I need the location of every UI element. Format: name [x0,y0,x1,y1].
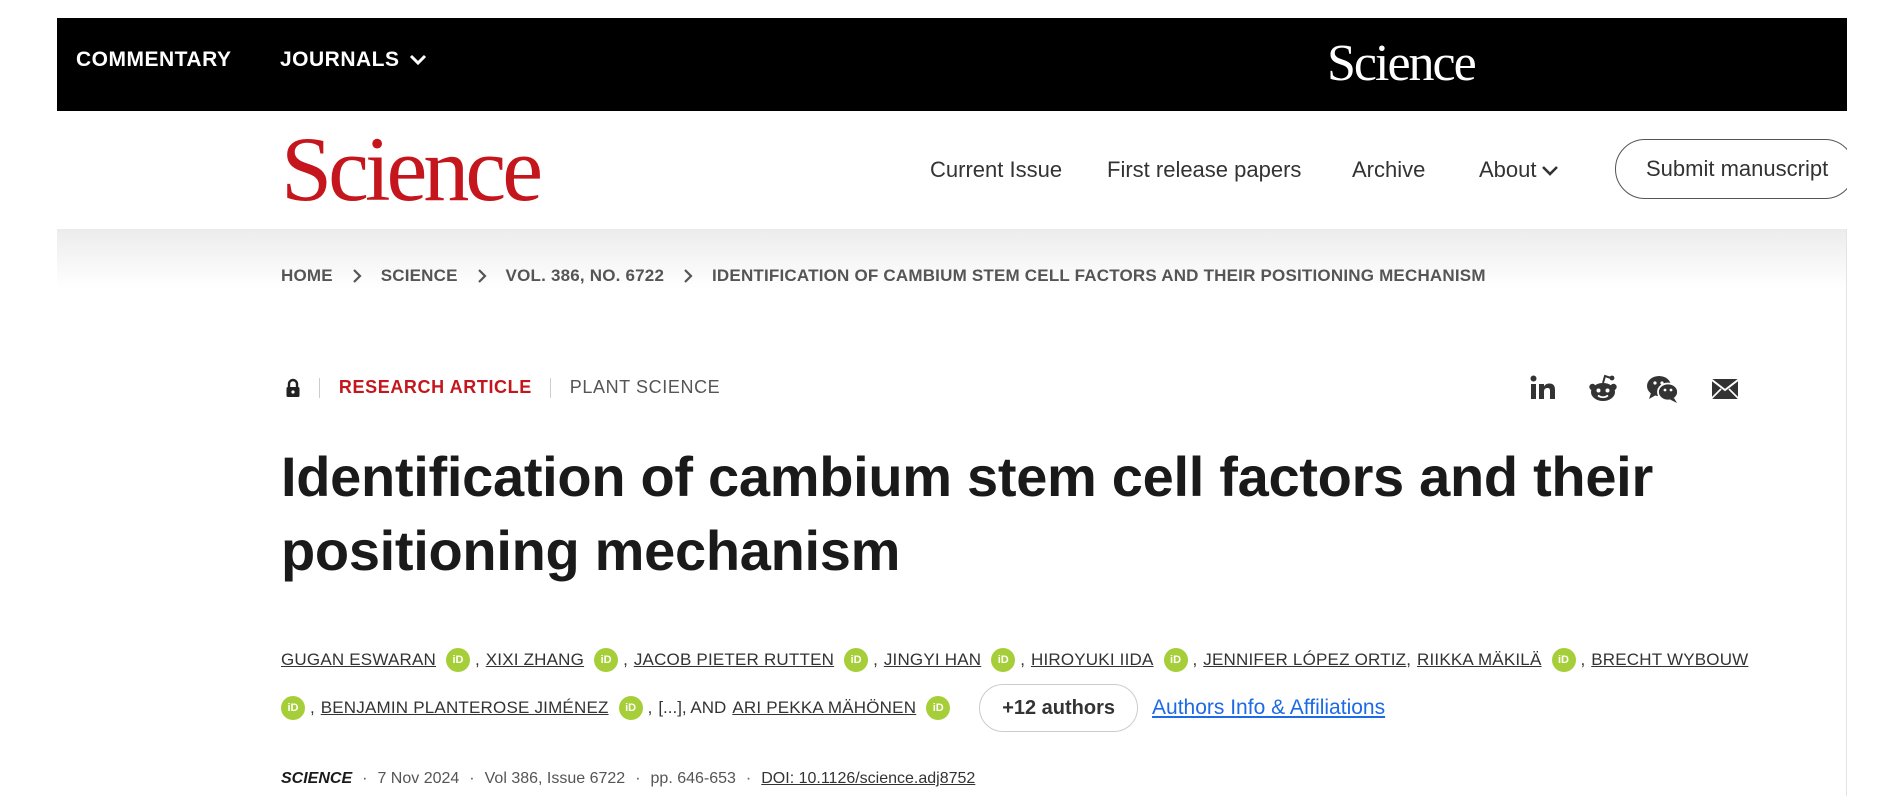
journals-label: JOURNALS [280,48,400,71]
top-bar: COMMENTARY JOURNALS Science [57,18,1847,111]
author-link[interactable]: ARI PEKKA MÄHÖNEN [732,698,916,718]
separator: , [310,698,315,717]
orcid-icon[interactable]: iD [926,696,951,720]
separator: · [469,770,475,787]
separator: , [623,650,628,669]
journals-menu[interactable]: JOURNALS [280,48,428,72]
nav-about[interactable]: About [1479,157,1559,183]
separator: · [745,770,752,787]
science-logo[interactable]: Science [281,123,543,215]
separator: , [1406,650,1412,669]
separator: · [362,770,368,787]
content-right-border [1846,229,1847,796]
author-link[interactable]: XIXI ZHANG [486,650,584,670]
page-frame: COMMENTARY JOURNALS Science Science Curr… [57,18,1902,796]
article-title: Identification of cambium stem cell fact… [281,440,1781,588]
separator: , [1020,650,1025,669]
citation-journal: SCIENCE [281,770,353,787]
nav-archive[interactable]: Archive [1352,157,1425,183]
article-meta: RESEARCH ARTICLE PLANT SCIENCE [281,377,720,407]
more-authors-button[interactable]: +12 authors [979,684,1139,732]
breadcrumb-science[interactable]: SCIENCE [381,266,458,286]
orcid-icon[interactable]: iD [1163,648,1188,672]
divider [550,377,552,398]
breadcrumb: HOME SCIENCE VOL. 386, NO. 6722 IDENTIFI… [281,265,1486,286]
author-link[interactable]: BENJAMIN PLANTEROSE JIMÉNEZ [321,698,609,718]
citation-pages: pp. 646-653 [650,770,736,787]
separator: , [1192,650,1198,669]
orcid-icon[interactable]: iD [844,648,869,672]
orcid-icon[interactable]: iD [594,648,619,672]
lock-icon [286,378,300,397]
orcid-icon[interactable]: iD [618,696,643,720]
citation-volume: Vol 386, Issue 6722 [484,770,626,787]
chevron-right-icon [352,268,362,283]
citation-date: 7 Nov 2024 [377,770,460,787]
chevron-down-icon [1541,166,1558,177]
author-link[interactable]: HIROYUKI IIDA [1031,650,1154,670]
author-list: GUGAN ESWARAN iD, XIXI ZHANG iD, JACOB PIE… [281,636,1801,732]
divider [319,377,321,398]
breadcrumb-volume[interactable]: VOL. 386, NO. 6722 [506,266,665,286]
breadcrumb-home[interactable]: HOME [281,266,333,286]
nav-first-release-papers[interactable]: First release papers [1107,157,1301,183]
submit-manuscript-button[interactable]: Submit manuscript [1615,139,1855,199]
author-line-1: GUGAN ESWARAN iD, XIXI ZHANG iD, JACOB PIE… [281,636,1801,684]
author-line-2: iD, BENJAMIN PLANTEROSE JIMÉNEZ iD, [...]… [281,684,1801,732]
header-edge [1847,111,1902,229]
wechat-icon[interactable] [1646,374,1680,404]
site-header: Science Current Issue First release pape… [57,111,1902,229]
author-link[interactable]: JENNIFER LÓPEZ ORTIZ [1203,650,1406,670]
subject-tag[interactable]: PLANT SCIENCE [570,377,721,398]
authors-ellipsis: [...], AND [658,698,727,717]
orcid-icon[interactable]: iD [281,696,305,720]
chevron-right-icon [477,268,487,283]
reddit-icon[interactable] [1588,374,1618,404]
citation-line: SCIENCE · 7 Nov 2024 · Vol 386, Issue 6722 · p… [281,770,975,788]
breadcrumb-current-article: IDENTIFICATION OF CAMBIUM STEM CELL FACT… [712,265,1486,285]
nav-current-issue[interactable]: Current Issue [930,157,1062,183]
author-link[interactable]: JINGYI HAN [884,650,981,670]
nav-about-label: About [1479,157,1537,182]
email-icon[interactable] [1711,378,1739,400]
doi-link[interactable]: DOI: 10.1126/science.adj8752 [761,770,975,787]
separator: , [1580,650,1586,669]
article-title-line-2: positioning mechanism [281,519,901,582]
author-link[interactable]: GUGAN ESWARAN [281,650,436,670]
authors-affiliations-link[interactable]: Authors Info & Affiliations [1152,696,1385,720]
science-family-logo[interactable]: Science [1327,34,1477,93]
linkedin-icon[interactable] [1529,374,1557,402]
commentary-link[interactable]: COMMENTARY [76,48,232,72]
orcid-icon[interactable]: iD [991,648,1016,672]
chevron-right-icon [684,268,693,283]
separator: · [635,770,641,787]
separator: , [873,650,878,669]
orcid-icon[interactable]: iD [1551,648,1576,672]
article-type-badge[interactable]: RESEARCH ARTICLE [339,377,532,398]
separator: , [475,650,480,669]
separator: , [647,698,653,717]
chevron-down-icon [409,55,426,66]
article-title-line-1: Identification of cambium stem cell fact… [281,445,1653,508]
orcid-icon[interactable]: iD [446,648,470,672]
author-link[interactable]: BRECHT WYBOUW [1591,650,1748,670]
author-link[interactable]: RIIKKA MÄKILÄ [1417,650,1541,670]
author-link[interactable]: JACOB PIETER RUTTEN [634,650,834,670]
